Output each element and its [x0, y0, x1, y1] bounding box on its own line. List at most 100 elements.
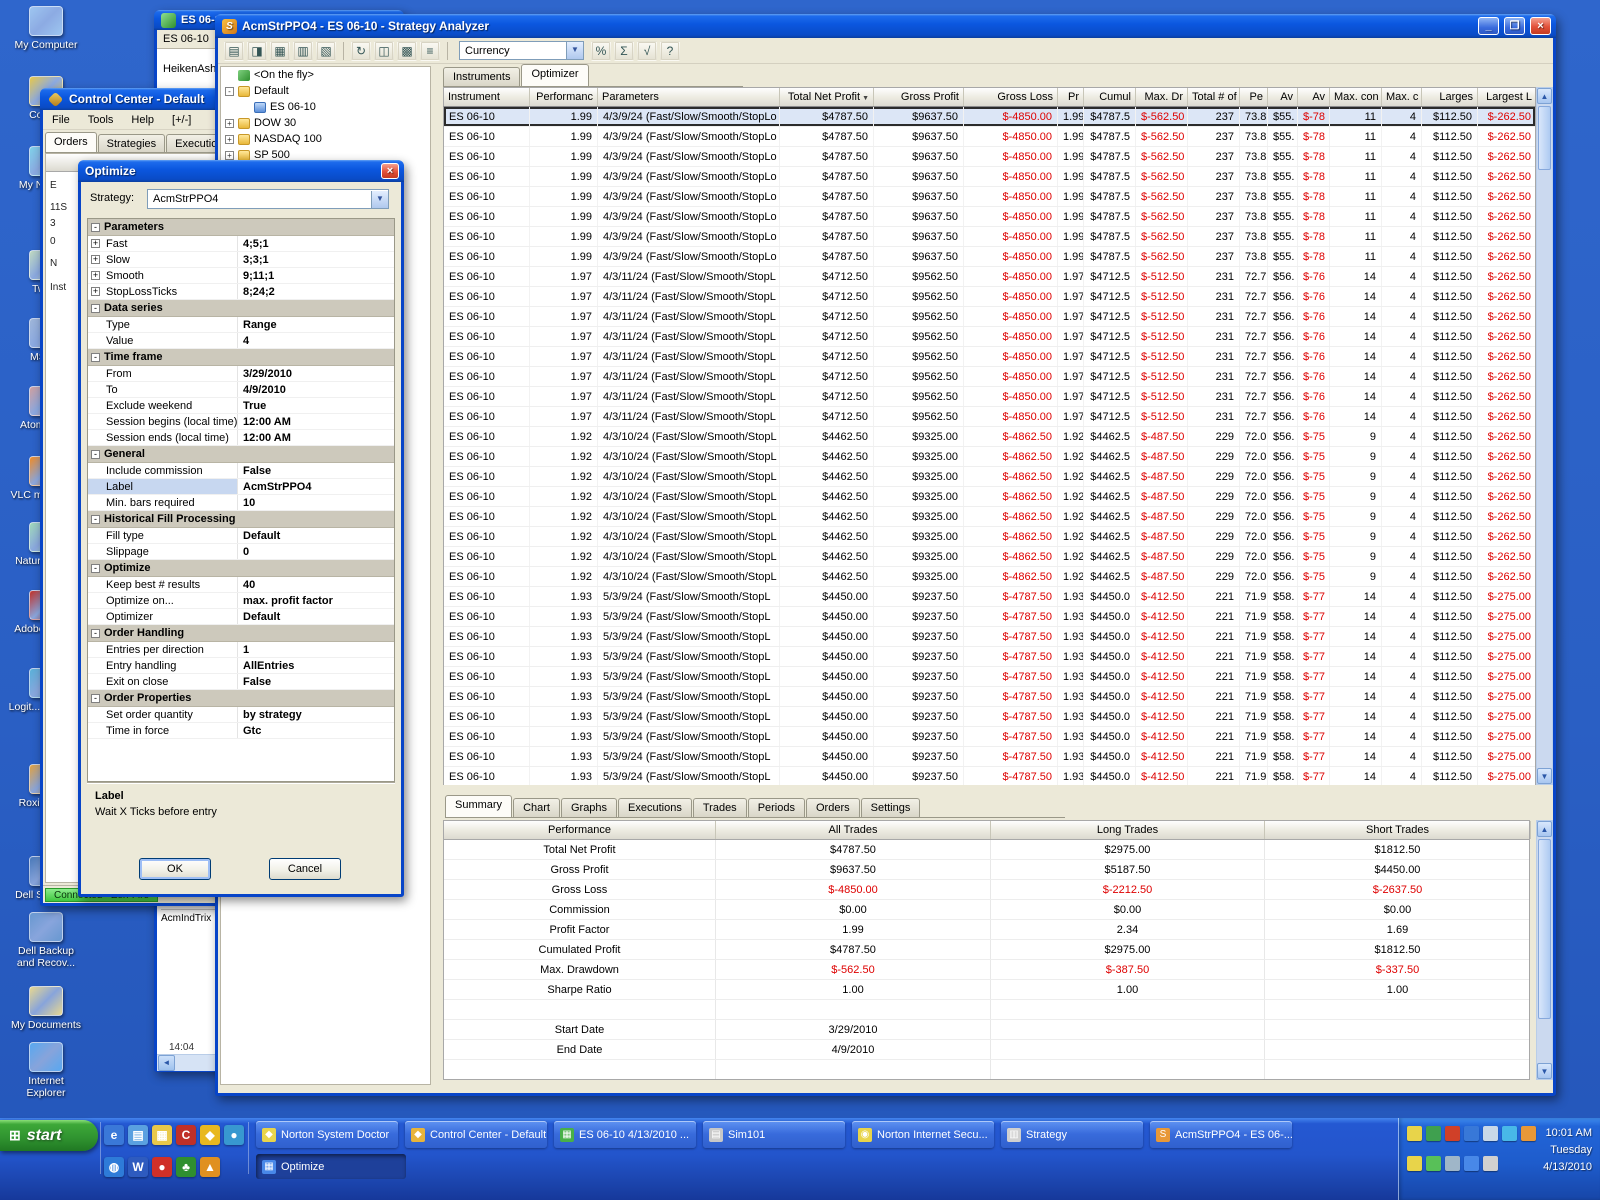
- tree-node[interactable]: + NASDAQ 100: [221, 131, 430, 147]
- optimizer-result-row[interactable]: ES 06-10 1.93 5/3/9/24 (Fast/Slow/Smooth/S…: [444, 727, 1535, 747]
- property-row[interactable]: From 3/29/2010: [88, 366, 394, 382]
- expand-icon[interactable]: +: [91, 287, 100, 296]
- column-header[interactable]: Largest L: [1478, 88, 1537, 106]
- optimizer-result-row[interactable]: ES 06-10 1.97 4/3/11/24 (Fast/Slow/Smooth/…: [444, 367, 1535, 387]
- collapse-icon[interactable]: -: [91, 222, 100, 232]
- column-header[interactable]: Max. con: [1330, 88, 1382, 106]
- collapse-icon[interactable]: -: [91, 563, 100, 573]
- cc-tab-strategies[interactable]: Strategies: [97, 134, 166, 152]
- optimizer-result-row[interactable]: ES 06-10 1.99 4/3/9/24 (Fast/Slow/Smooth/S…: [444, 127, 1535, 147]
- tab-summary[interactable]: Summary: [445, 795, 513, 817]
- optimizer-result-row[interactable]: ES 06-10 1.93 5/3/9/24 (Fast/Slow/Smooth/S…: [444, 707, 1535, 727]
- tray-av-icon[interactable]: [1407, 1156, 1422, 1171]
- taskbar-clock[interactable]: 10:01 AM Tuesday 4/13/2010: [1543, 1125, 1592, 1176]
- property-row[interactable]: Exit on close False: [88, 674, 394, 690]
- percent-icon[interactable]: %: [591, 40, 611, 61]
- property-row[interactable]: Include commission False: [88, 463, 394, 479]
- tree-node[interactable]: + DOW 30: [221, 115, 430, 131]
- desktop-icon[interactable]: My Computer: [8, 6, 84, 51]
- cc-tab-orders[interactable]: Orders: [45, 132, 97, 152]
- property-value[interactable]: 4: [238, 333, 394, 348]
- tab-periods[interactable]: Periods: [747, 798, 805, 817]
- property-row[interactable]: Keep best # results 40: [88, 577, 394, 593]
- check-icon[interactable]: √: [637, 40, 657, 61]
- optimizer-result-row[interactable]: ES 06-10 1.92 4/3/10/24 (Fast/Slow/Smooth/…: [444, 467, 1535, 487]
- optimizer-result-row[interactable]: ES 06-10 1.97 4/3/11/24 (Fast/Slow/Smooth/…: [444, 347, 1535, 367]
- column-header[interactable]: Max. c: [1382, 88, 1422, 106]
- optimize-dialog[interactable]: Optimize × Strategy: AcmStrPPO4 ▼ - Param…: [78, 160, 404, 897]
- property-section-header[interactable]: - Time frame: [88, 349, 394, 366]
- optimizer-result-row[interactable]: ES 06-10 1.97 4/3/11/24 (Fast/Slow/Smooth/…: [444, 307, 1535, 327]
- tab-optimizer[interactable]: Optimizer: [521, 64, 589, 86]
- property-value[interactable]: Gtc: [238, 723, 394, 738]
- optimizer-table-scrollbar[interactable]: ▲ ▼: [1536, 87, 1553, 785]
- scroll-down-icon[interactable]: ▼: [1537, 1063, 1552, 1079]
- property-value[interactable]: 10: [238, 495, 394, 510]
- menu-[interactable]: [+/-]: [163, 111, 200, 129]
- tree-expander-icon[interactable]: +: [225, 118, 234, 128]
- property-value[interactable]: 1: [238, 642, 394, 657]
- property-row[interactable]: Set order quantity by strategy: [88, 707, 394, 723]
- optimizer-result-row[interactable]: ES 06-10 1.93 5/3/9/24 (Fast/Slow/Smooth/S…: [444, 767, 1535, 785]
- optimizer-result-row[interactable]: ES 06-10 1.99 4/3/9/24 (Fast/Slow/Smooth/S…: [444, 227, 1535, 247]
- property-section-header[interactable]: - Order Handling: [88, 625, 394, 642]
- grid-icon[interactable]: ▩: [397, 40, 417, 61]
- optimizer-result-row[interactable]: ES 06-10 1.92 4/3/10/24 (Fast/Slow/Smooth/…: [444, 447, 1535, 467]
- analyzer-titlebar[interactable]: S AcmStrPPO4 - ES 06-10 - Strategy Analy…: [215, 14, 1556, 38]
- property-row[interactable]: Value 4: [88, 333, 394, 349]
- column-header[interactable]: Total Net Profit ▼: [780, 88, 874, 106]
- optimizer-result-row[interactable]: ES 06-10 1.92 4/3/10/24 (Fast/Slow/Smooth/…: [444, 547, 1535, 567]
- property-row[interactable]: Slippage 0: [88, 544, 394, 560]
- tree-node[interactable]: - Default: [221, 83, 430, 99]
- tab-orders[interactable]: Orders: [805, 798, 860, 817]
- optimizer-result-row[interactable]: ES 06-10 1.92 4/3/10/24 (Fast/Slow/Smooth/…: [444, 527, 1535, 547]
- restore-button[interactable]: ❐: [1504, 17, 1525, 35]
- media-player-icon[interactable]: ●: [224, 1125, 244, 1145]
- property-value[interactable]: True: [238, 398, 394, 413]
- column-header[interactable]: Pe: [1240, 88, 1268, 106]
- property-row[interactable]: Type Range: [88, 317, 394, 333]
- property-section-header[interactable]: - Data series: [88, 300, 394, 317]
- folder-icon[interactable]: ▦: [152, 1125, 172, 1145]
- property-value[interactable]: max. profit factor: [238, 593, 394, 608]
- tray-update-icon[interactable]: [1502, 1126, 1517, 1141]
- column-header[interactable]: Max. Dr: [1136, 88, 1188, 106]
- property-row[interactable]: Entry handling AllEntries: [88, 658, 394, 674]
- property-value[interactable]: 0: [238, 544, 394, 559]
- strategy-analyzer-window[interactable]: S AcmStrPPO4 - ES 06-10 - Strategy Analy…: [215, 14, 1556, 1096]
- save-icon[interactable]: ◨: [247, 40, 267, 61]
- desktop-icon[interactable]: Dell Backup and Recov...: [8, 912, 84, 969]
- close-button[interactable]: ×: [1530, 17, 1551, 35]
- chevron-down-icon[interactable]: ▼: [371, 190, 388, 208]
- taskbar-button[interactable]: ◉ Norton Internet Secu...: [852, 1121, 994, 1148]
- optimizer-result-row[interactable]: ES 06-10 1.99 4/3/9/24 (Fast/Slow/Smooth/S…: [444, 247, 1535, 267]
- tab-executions[interactable]: Executions: [618, 798, 692, 817]
- record-icon[interactable]: ●: [152, 1157, 172, 1177]
- copy-icon[interactable]: ▥: [293, 40, 313, 61]
- tray-msg-icon[interactable]: [1521, 1126, 1536, 1141]
- optimizer-result-row[interactable]: ES 06-10 1.97 4/3/11/24 (Fast/Slow/Smooth/…: [444, 327, 1535, 347]
- collapse-icon[interactable]: -: [91, 628, 100, 638]
- property-section-header[interactable]: - Historical Fill Processing: [88, 511, 394, 528]
- property-row[interactable]: Min. bars required 10: [88, 495, 394, 511]
- optimizer-result-row[interactable]: ES 06-10 1.99 4/3/9/24 (Fast/Slow/Smooth/S…: [444, 207, 1535, 227]
- property-value[interactable]: 9;11;1: [238, 268, 394, 283]
- menu-tools[interactable]: Tools: [79, 111, 123, 129]
- menu-file[interactable]: File: [43, 111, 79, 129]
- property-row[interactable]: Optimizer Default: [88, 609, 394, 625]
- scroll-down-icon[interactable]: ▼: [1537, 768, 1552, 784]
- property-value[interactable]: 12:00 AM: [238, 414, 394, 429]
- taskbar-button[interactable]: S AcmStrPPO4 - ES 06-...: [1150, 1121, 1292, 1148]
- taskbar-button-optimize[interactable]: ▦ Optimize: [256, 1154, 406, 1179]
- tab-chart[interactable]: Chart: [513, 798, 560, 817]
- property-value[interactable]: by strategy: [238, 707, 394, 722]
- tray-alert-icon[interactable]: [1445, 1126, 1460, 1141]
- optimizer-result-row[interactable]: ES 06-10 1.93 5/3/9/24 (Fast/Slow/Smooth/S…: [444, 607, 1535, 627]
- alert-icon[interactable]: ▲: [200, 1157, 220, 1177]
- property-row[interactable]: Label AcmStrPPO4: [88, 479, 394, 495]
- collapse-icon[interactable]: -: [91, 514, 100, 524]
- expand-icon[interactable]: +: [91, 271, 100, 280]
- tray-volume-icon[interactable]: [1483, 1126, 1498, 1141]
- tab-trades[interactable]: Trades: [692, 798, 747, 817]
- property-value[interactable]: 12:00 AM: [238, 430, 394, 445]
